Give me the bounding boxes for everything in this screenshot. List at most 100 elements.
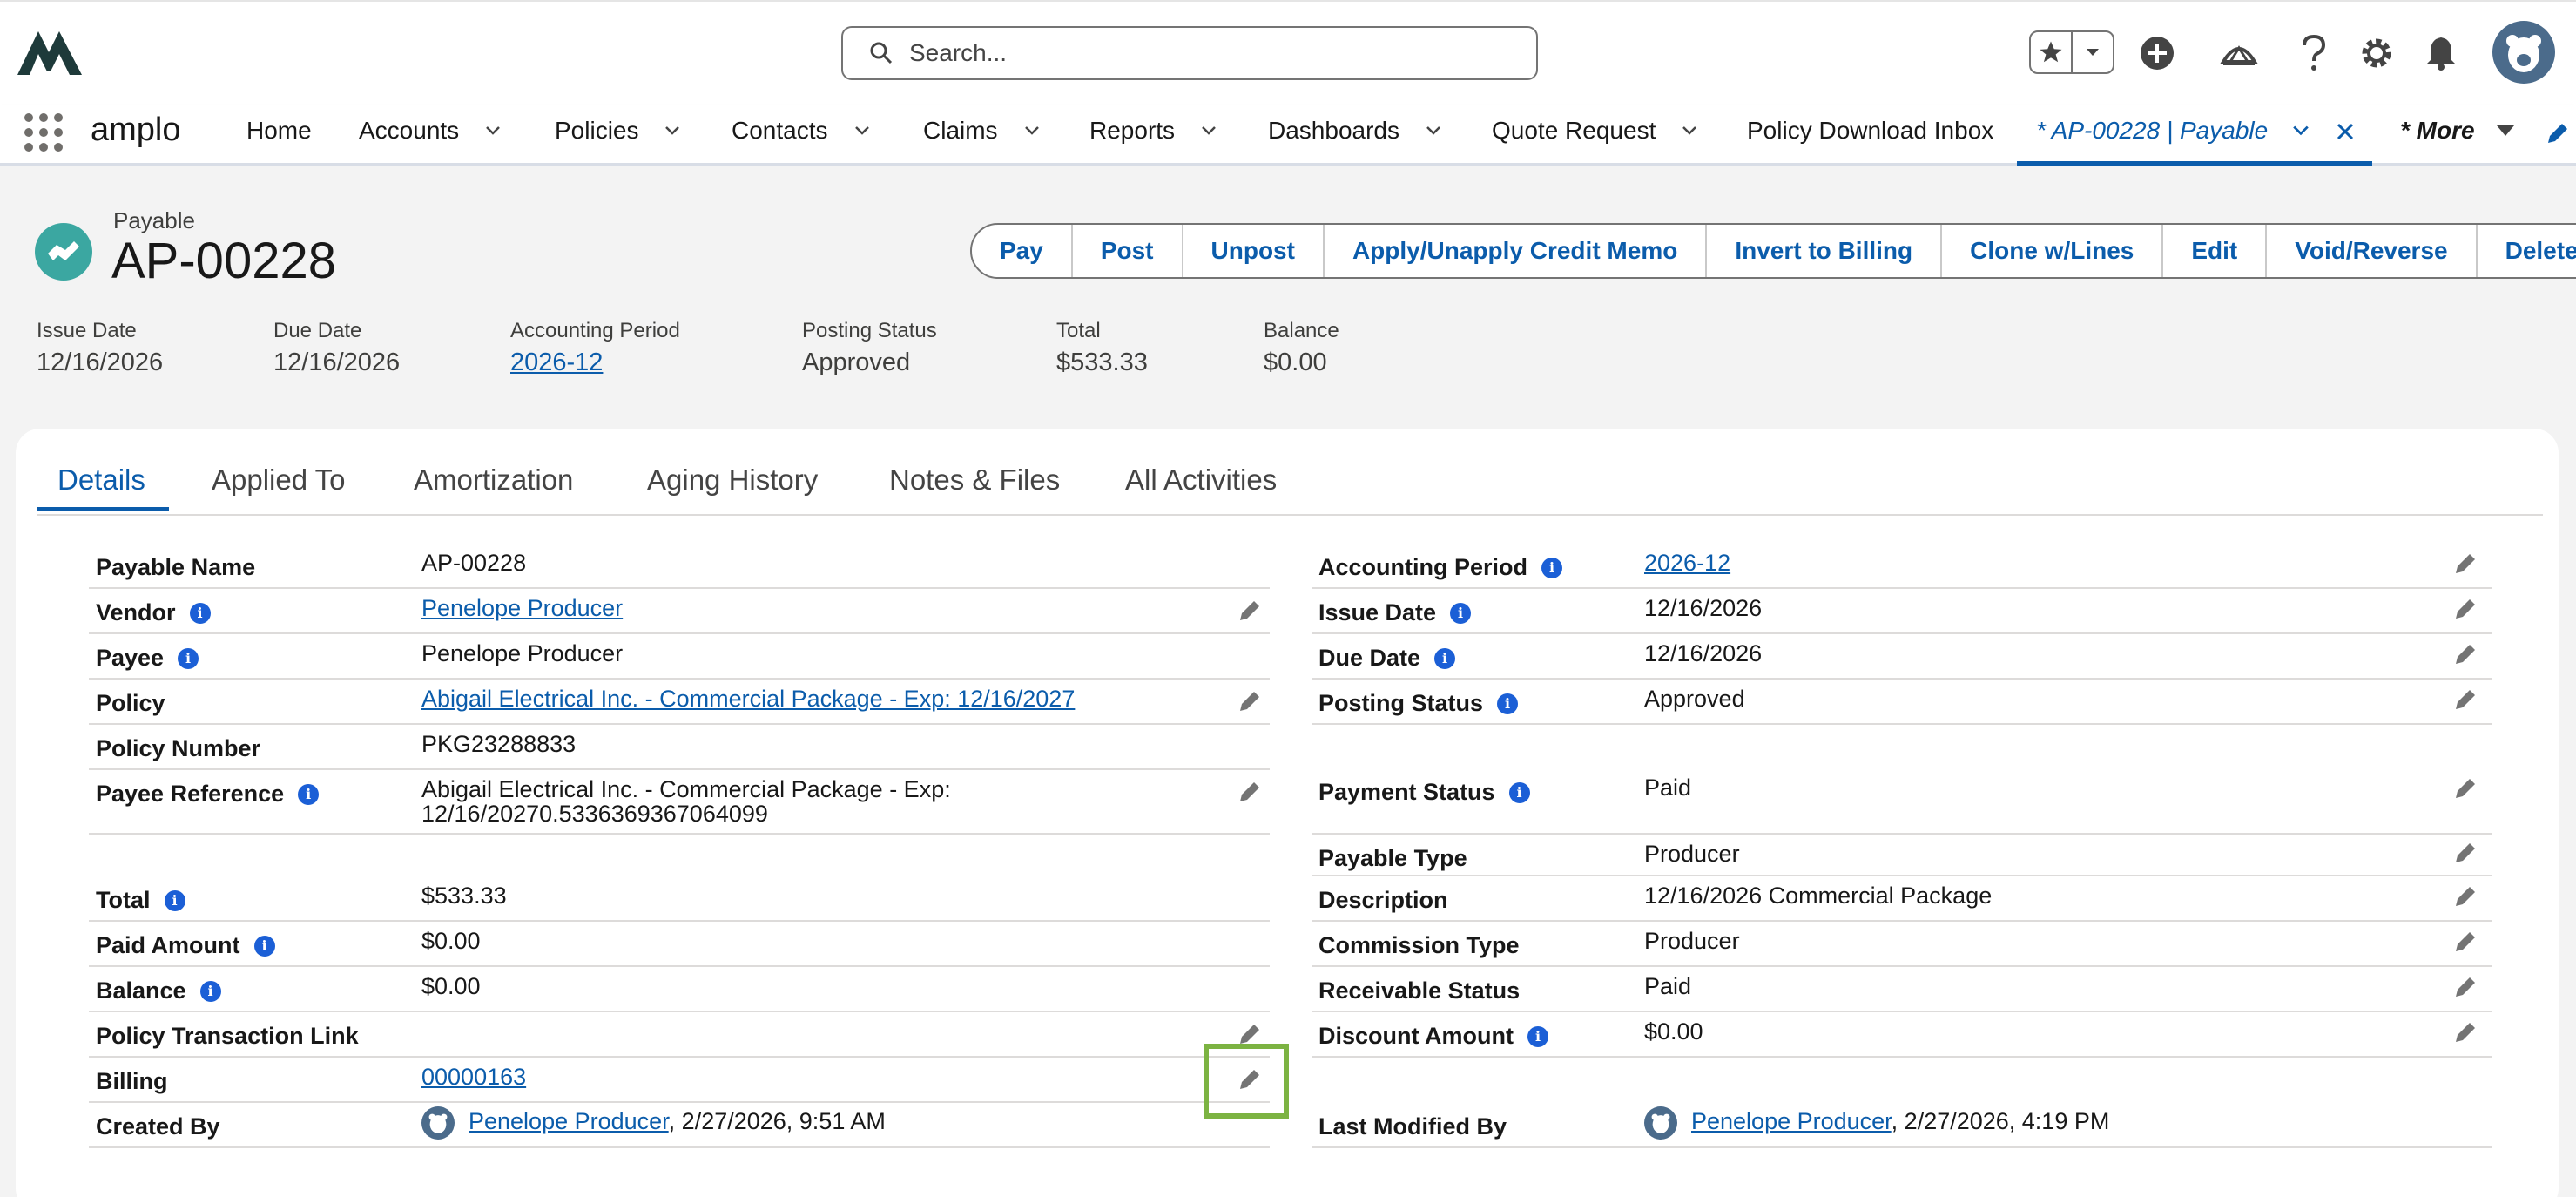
info-icon[interactable]: i xyxy=(1450,602,1472,624)
chevron-down-icon[interactable] xyxy=(1024,123,1040,139)
info-icon[interactable]: i xyxy=(1497,693,1519,714)
void-reverse-button[interactable]: Void/Reverse xyxy=(2265,225,2475,277)
pencil-icon[interactable] xyxy=(1237,688,1263,714)
vendor-link[interactable]: Penelope Producer xyxy=(421,596,623,620)
created-by-user-link[interactable]: Penelope Producer xyxy=(469,1108,669,1134)
field-label-text: Posting Status xyxy=(1318,690,1484,716)
nav-policy-download-inbox[interactable]: Policy Download Inbox xyxy=(1747,117,1993,145)
accounting-period-link[interactable]: 2026-12 xyxy=(1644,551,1730,575)
highlight-accounting-period: Accounting Period 2026-12 xyxy=(510,319,680,377)
highlight-issue-date: Issue Date 12/16/2026 xyxy=(37,319,163,377)
tab-notes-files[interactable]: Notes & Files xyxy=(889,463,1060,497)
pencil-icon[interactable] xyxy=(2452,1019,2478,1045)
chevron-down-icon[interactable] xyxy=(1426,123,1441,139)
close-icon[interactable] xyxy=(2336,122,2355,141)
pencil-icon[interactable] xyxy=(2452,775,2478,801)
pencil-icon[interactable] xyxy=(2452,596,2478,622)
pencil-icon[interactable] xyxy=(2545,120,2571,146)
help-icon[interactable] xyxy=(2294,33,2334,73)
field-value: Penelope Producer xyxy=(421,640,624,666)
tab-details[interactable]: Details xyxy=(57,463,145,497)
trailhead-icon[interactable] xyxy=(2219,33,2259,73)
user-avatar[interactable] xyxy=(2492,21,2555,84)
tab-current-record-label[interactable]: * AP-00228 | Payable xyxy=(2036,117,2268,145)
nav-accounts-label: Accounts xyxy=(359,117,460,144)
policy-link[interactable]: Abigail Electrical Inc. - Commercial Pac… xyxy=(421,686,1075,711)
pencil-icon[interactable] xyxy=(2452,974,2478,1000)
info-icon[interactable]: i xyxy=(1434,647,1456,669)
unpost-button[interactable]: Unpost xyxy=(1181,225,1323,277)
field-value: Producer xyxy=(1644,841,1740,867)
tab-aging-history[interactable]: Aging History xyxy=(647,463,818,497)
chevron-down-icon[interactable] xyxy=(2292,122,2310,139)
field-label: Payable Type xyxy=(1318,845,1467,871)
nav-accounts[interactable]: Accounts xyxy=(359,117,501,145)
tab-all-activities[interactable]: All Activities xyxy=(1125,463,1277,497)
field-value: Paid xyxy=(1644,774,1692,801)
nav-reports[interactable]: Reports xyxy=(1089,117,1217,145)
field-label: Discount Amount i xyxy=(1318,1023,1548,1050)
info-icon[interactable]: i xyxy=(199,980,221,1002)
field-paid-amount: Paid Amount i $0.00 xyxy=(89,922,1270,967)
pay-button[interactable]: Pay xyxy=(972,225,1071,277)
pencil-icon[interactable] xyxy=(1237,779,1263,805)
pencil-icon[interactable] xyxy=(2452,883,2478,910)
pencil-icon[interactable] xyxy=(2452,840,2478,866)
app-name: amplo xyxy=(91,112,181,148)
chevron-down-icon[interactable] xyxy=(2071,32,2113,72)
info-icon[interactable]: i xyxy=(1541,557,1563,578)
field-total: Total i $533.33 xyxy=(89,876,1270,922)
nav-policies-label: Policies xyxy=(555,117,639,144)
chevron-down-icon[interactable] xyxy=(1682,123,1697,139)
info-icon[interactable]: i xyxy=(189,602,211,624)
nav-quote-request[interactable]: Quote Request xyxy=(1492,117,1697,145)
amplo-logo[interactable] xyxy=(16,30,84,77)
bell-icon[interactable] xyxy=(2421,33,2461,73)
delete-button[interactable]: Delete xyxy=(2475,225,2576,277)
accounting-period-link[interactable]: 2026-12 xyxy=(510,348,680,377)
clone-with-lines-button[interactable]: Clone w/Lines xyxy=(1940,225,2161,277)
field-value: Approved xyxy=(1644,686,1745,712)
search-placeholder: Search... xyxy=(909,39,1008,66)
global-search-input[interactable]: Search... xyxy=(841,26,1538,80)
billing-link[interactable]: 00000163 xyxy=(421,1065,526,1089)
edit-button[interactable]: Edit xyxy=(2161,225,2265,277)
field-label-text: Payee xyxy=(96,645,165,671)
info-icon[interactable]: i xyxy=(1508,781,1530,803)
pencil-icon[interactable] xyxy=(2452,929,2478,955)
app-launcher-icon[interactable] xyxy=(24,113,63,152)
add-icon[interactable] xyxy=(2137,33,2177,73)
field-balance: Balance i $0.00 xyxy=(89,967,1270,1012)
nav-dashboards[interactable]: Dashboards xyxy=(1268,117,1441,145)
chevron-down-icon[interactable] xyxy=(664,123,680,139)
nav-policies[interactable]: Policies xyxy=(555,117,680,145)
info-icon[interactable]: i xyxy=(178,647,199,669)
info-icon[interactable]: i xyxy=(298,783,320,805)
info-icon[interactable]: i xyxy=(253,935,275,957)
gear-icon[interactable] xyxy=(2357,33,2397,73)
last-modified-by-user-link[interactable]: Penelope Producer xyxy=(1691,1108,1892,1134)
tab-amortization[interactable]: Amortization xyxy=(414,463,573,497)
nav-contacts[interactable]: Contacts xyxy=(732,117,870,145)
pencil-icon[interactable] xyxy=(2452,686,2478,713)
tab-applied-to[interactable]: Applied To xyxy=(212,463,346,497)
chevron-down-icon[interactable] xyxy=(485,123,501,139)
pencil-icon[interactable] xyxy=(2452,641,2478,667)
chevron-down-icon[interactable] xyxy=(854,123,870,139)
info-icon[interactable]: i xyxy=(1527,1025,1548,1047)
pencil-icon[interactable] xyxy=(2452,551,2478,577)
nav-claims[interactable]: Claims xyxy=(923,117,1040,145)
avatar xyxy=(421,1106,455,1140)
field-value: Penelope Producer, 2/27/2026, 4:19 PM xyxy=(1644,1106,2109,1140)
post-button[interactable]: Post xyxy=(1070,225,1182,277)
pencil-icon[interactable] xyxy=(1237,598,1263,624)
apply-unapply-credit-memo-button[interactable]: Apply/Unapply Credit Memo xyxy=(1322,225,1705,277)
star-icon[interactable] xyxy=(2031,32,2071,72)
chevron-down-icon[interactable] xyxy=(1201,123,1217,139)
favorites-button-group[interactable] xyxy=(2029,30,2114,74)
nav-more[interactable]: * More xyxy=(2400,117,2515,145)
invert-to-billing-button[interactable]: Invert to Billing xyxy=(1705,225,1940,277)
chevron-down-icon[interactable] xyxy=(2496,124,2515,138)
info-icon[interactable]: i xyxy=(164,889,185,911)
nav-home[interactable]: Home xyxy=(246,117,312,145)
